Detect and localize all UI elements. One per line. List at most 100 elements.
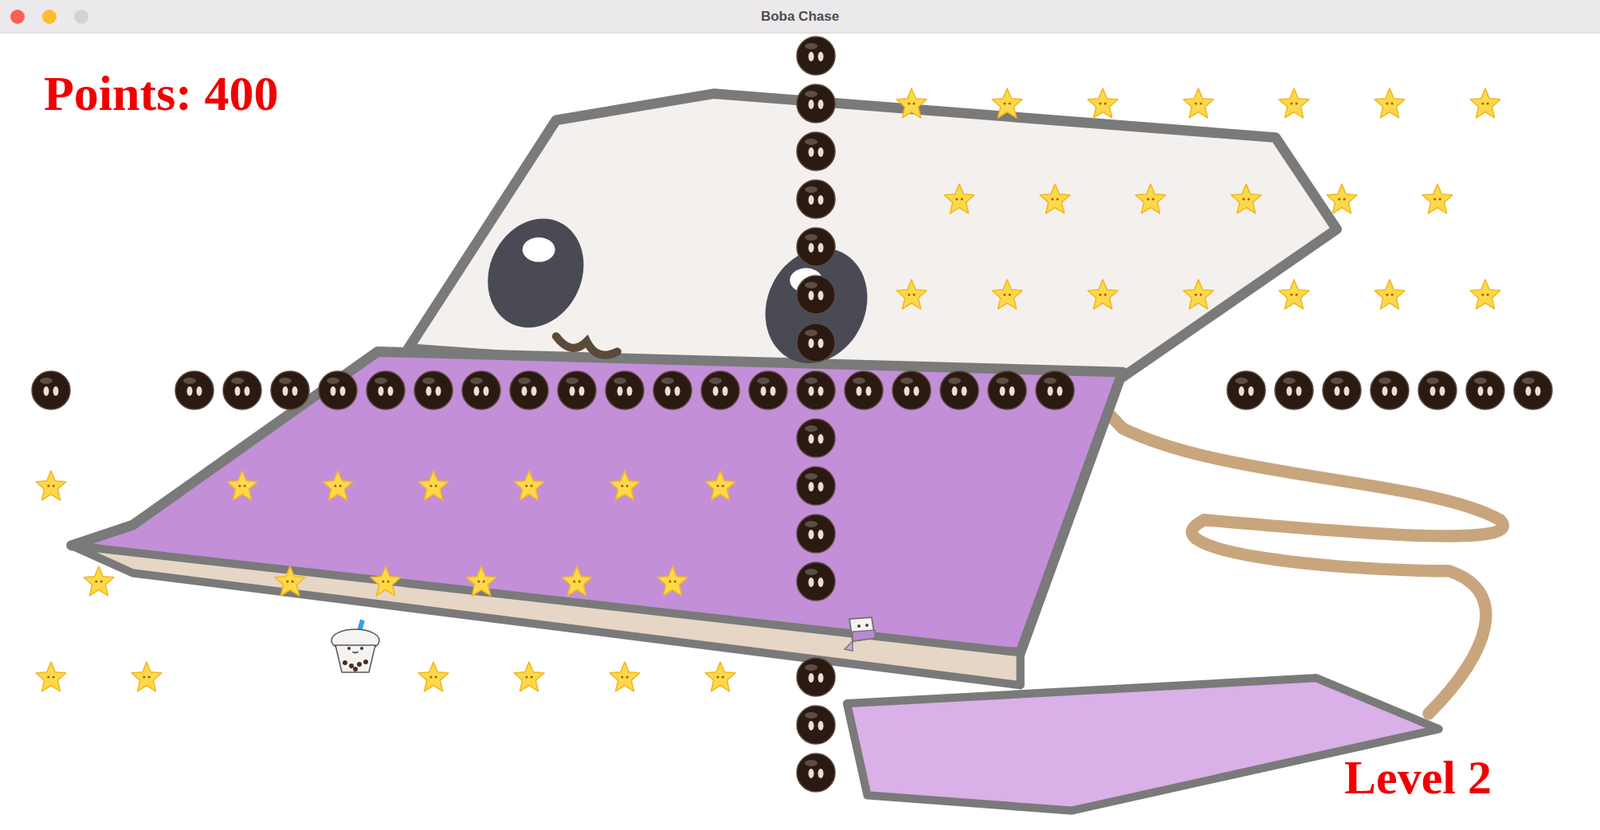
board-cell xyxy=(935,175,984,224)
board-cell xyxy=(457,605,506,654)
board-cell xyxy=(170,605,219,654)
board-cell xyxy=(457,653,506,702)
board-cell xyxy=(935,366,984,415)
board-cell xyxy=(505,509,553,558)
board-cell xyxy=(409,462,458,510)
board-cell xyxy=(457,175,506,224)
board-cell xyxy=(361,270,410,319)
board-cell xyxy=(1413,127,1462,176)
board-cell xyxy=(74,223,123,271)
board-cell xyxy=(1365,175,1414,224)
board-cell xyxy=(1317,653,1366,702)
board-cell xyxy=(887,79,936,128)
board-cell xyxy=(313,605,362,654)
board-cell xyxy=(552,33,601,80)
board-cell xyxy=(1126,462,1175,510)
board-cell xyxy=(1317,414,1366,463)
board-cell xyxy=(1270,653,1318,702)
board-cell xyxy=(935,318,984,367)
minimize-button[interactable] xyxy=(42,9,57,24)
board-cell xyxy=(887,509,936,558)
board-cell xyxy=(744,701,793,750)
board-cell xyxy=(409,127,458,176)
board-cell xyxy=(983,557,1032,606)
board-cell xyxy=(27,414,75,463)
board-cell xyxy=(1365,701,1414,750)
board-cell xyxy=(839,223,888,271)
board-cell xyxy=(122,462,171,510)
board-cell xyxy=(1365,462,1414,510)
board-cell xyxy=(1270,175,1318,224)
boba-pearl-icon xyxy=(795,321,837,364)
star-icon xyxy=(1325,182,1359,216)
boba-pearl-icon xyxy=(603,369,646,412)
board-cell xyxy=(74,509,123,558)
board-cell xyxy=(218,509,267,558)
board-cell xyxy=(935,749,984,797)
board-cell xyxy=(935,653,984,702)
board-cell xyxy=(266,270,314,319)
board-cell xyxy=(266,127,314,176)
board-cell xyxy=(266,318,314,367)
board-cell xyxy=(600,509,649,558)
board-cell xyxy=(1413,509,1462,558)
board-cell xyxy=(313,509,362,558)
board-cell xyxy=(361,557,410,606)
board-cell xyxy=(1365,223,1414,271)
board-cell xyxy=(313,462,362,510)
close-button[interactable] xyxy=(10,9,25,24)
board-cell xyxy=(218,127,267,176)
board-cell xyxy=(1461,223,1510,271)
board-cell xyxy=(1078,414,1127,463)
board-cell xyxy=(361,701,410,750)
board-cell xyxy=(1317,509,1366,558)
board-cell xyxy=(1270,557,1318,606)
board-cell xyxy=(27,366,75,415)
board-cell xyxy=(361,223,410,271)
boba-pearl-icon xyxy=(795,130,837,173)
board-cell xyxy=(27,318,75,367)
board-cell xyxy=(983,79,1032,128)
boba-pearl-icon xyxy=(795,752,837,794)
board-cell xyxy=(648,223,697,271)
board-cell xyxy=(1461,318,1510,367)
board-cell xyxy=(1174,318,1223,367)
board-cell xyxy=(1174,653,1223,702)
board-cell xyxy=(1509,557,1557,606)
board-cell xyxy=(1174,366,1223,415)
board-cell xyxy=(122,127,171,176)
board-cell xyxy=(600,223,649,271)
board-cell xyxy=(648,557,697,606)
board-cell xyxy=(839,462,888,510)
board-cell xyxy=(839,749,888,797)
star-icon xyxy=(416,660,451,695)
board-cell xyxy=(409,605,458,654)
board-cell xyxy=(983,749,1032,797)
board-cell xyxy=(1078,175,1127,224)
star-icon xyxy=(464,564,499,599)
board-cell xyxy=(74,270,123,319)
star-icon xyxy=(1181,278,1216,312)
board-cell xyxy=(935,701,984,750)
board-cell xyxy=(27,223,75,271)
board-cell xyxy=(935,223,984,271)
star-icon xyxy=(1372,86,1407,121)
boba-pearl-icon xyxy=(1368,369,1411,412)
board-cell xyxy=(313,223,362,271)
board-cell xyxy=(170,127,219,176)
board-cell xyxy=(361,462,410,510)
board-cell xyxy=(409,509,458,558)
board-cell xyxy=(1317,462,1366,510)
board-cell xyxy=(457,270,506,319)
boba-cup-player-icon[interactable] xyxy=(327,618,384,676)
board-cell xyxy=(839,79,888,128)
star-icon xyxy=(512,469,546,503)
board-cell xyxy=(1413,653,1462,702)
board-cell xyxy=(218,701,267,750)
board-cell xyxy=(1365,366,1414,415)
star-icon xyxy=(1133,182,1168,216)
board-cell xyxy=(1031,701,1079,750)
boba-pearl-icon xyxy=(795,369,837,412)
board-cell xyxy=(696,701,745,750)
boba-pearl-icon xyxy=(1416,369,1459,412)
